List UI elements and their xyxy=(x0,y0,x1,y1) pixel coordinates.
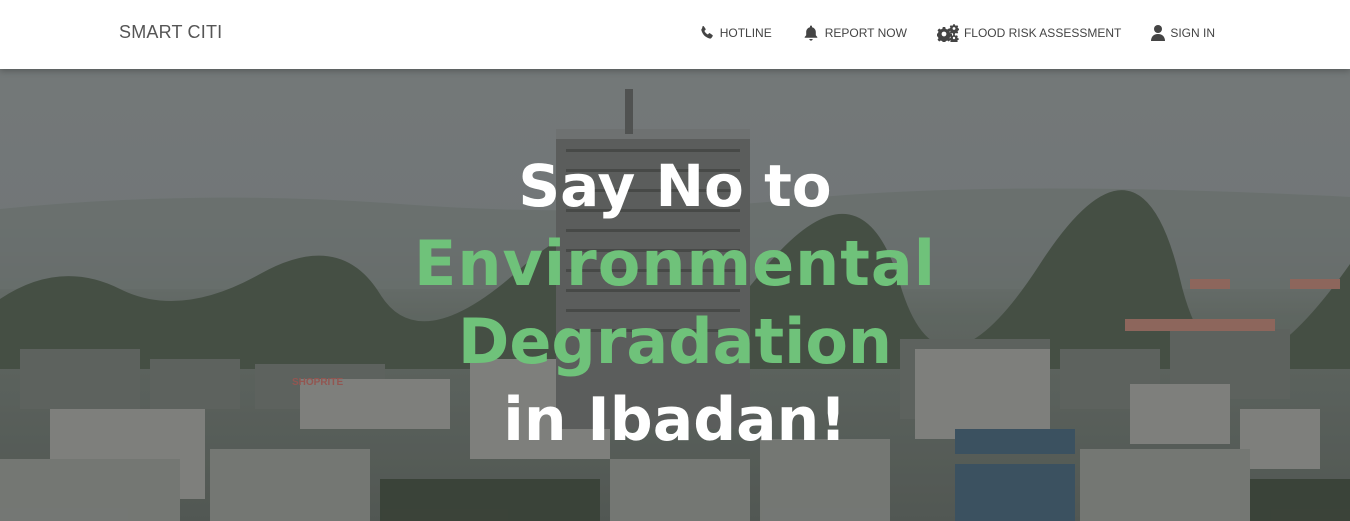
nav-menu: HOTLINE REPORT NOW FLOOD RISK ASSESSMENT… xyxy=(669,22,1215,44)
gears-icon xyxy=(935,24,960,44)
headline-line-2: Environmental xyxy=(414,227,936,300)
bell-icon xyxy=(802,24,820,42)
nav-item-flood-risk-assessment[interactable]: FLOOD RISK ASSESSMENT xyxy=(935,24,1122,44)
headline-line-3: Degradation xyxy=(457,305,893,378)
top-navbar: SMART CITI HOTLINE REPORT NOW FLOOD RISK… xyxy=(0,0,1350,69)
nav-item-hotline[interactable]: HOTLINE xyxy=(699,25,772,41)
nav-label-sign-in: SIGN IN xyxy=(1170,26,1215,40)
nav-item-sign-in[interactable]: SIGN IN xyxy=(1151,24,1215,42)
nav-label-hotline: HOTLINE xyxy=(719,26,772,40)
nav-label-flood-risk-assessment: FLOOD RISK ASSESSMENT xyxy=(963,26,1122,40)
headline-line-4: in Ibadan! xyxy=(503,385,847,455)
headline-line-1: Say No to xyxy=(518,152,832,220)
hero-headline: Say No to Environmental Degradation in I… xyxy=(0,147,1350,459)
brand-logo[interactable]: SMART CITI xyxy=(119,22,222,43)
nav-item-report-now[interactable]: REPORT NOW xyxy=(802,24,907,42)
hero-section: SHOPRITE Say No to Environmental Degrada… xyxy=(0,69,1350,521)
phone-icon xyxy=(699,25,715,41)
nav-label-report-now: REPORT NOW xyxy=(824,26,907,40)
user-icon xyxy=(1151,24,1166,42)
